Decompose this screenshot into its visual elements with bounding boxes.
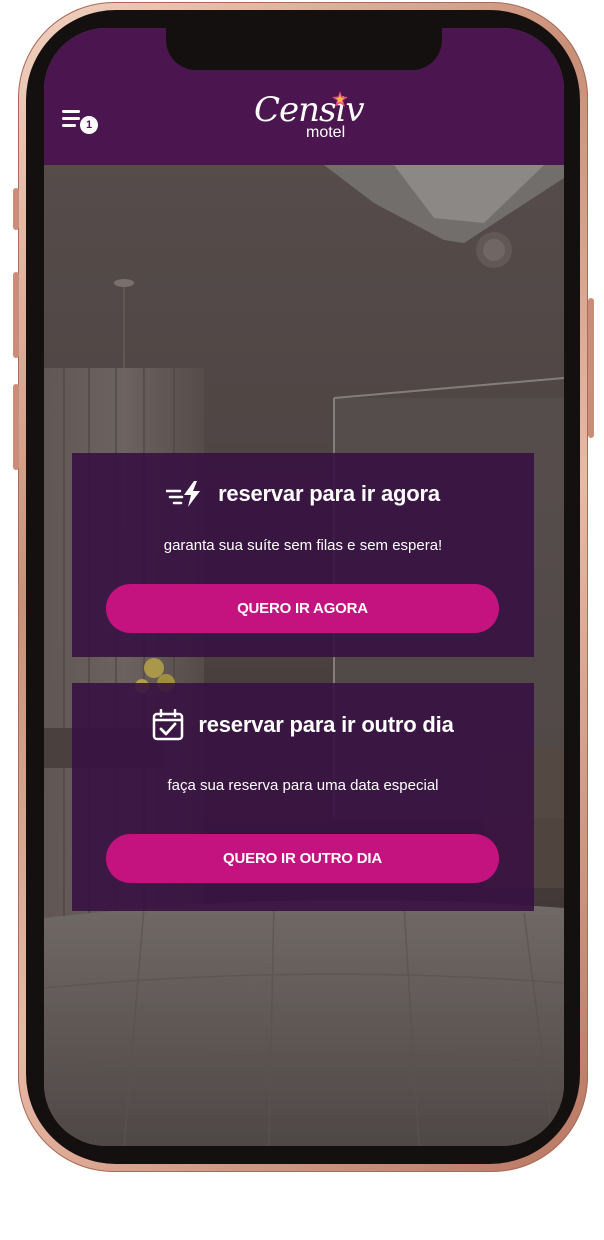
book-now-card: reservar para ir agora garanta sua suíte… — [72, 453, 534, 657]
book-now-title-row: reservar para ir agora — [72, 481, 534, 507]
logo-subtitle: motel — [306, 124, 346, 141]
lightning-speed-icon — [166, 481, 201, 507]
volume-down-button — [13, 384, 19, 470]
power-button — [588, 298, 594, 438]
book-later-subtitle: faça sua reserva para uma data especial — [167, 777, 439, 794]
book-later-title-row: reservar para ir outro dia — [72, 709, 534, 741]
book-now-subtitle: garanta sua suíte sem filas e sem espera… — [163, 537, 443, 554]
book-now-button[interactable]: QUERO IR AGORA — [106, 584, 499, 633]
book-later-title: reservar para ir outro dia — [198, 712, 454, 737]
menu-button[interactable]: 1 — [62, 108, 102, 138]
book-now-title: reservar para ir agora — [218, 481, 440, 506]
calendar-check-icon — [153, 709, 184, 741]
book-later-button[interactable]: QUERO IR OUTRO DIA — [106, 834, 499, 883]
silent-switch — [13, 188, 19, 230]
star-icon — [332, 91, 348, 107]
app-screen: 1 Censiv motel reservar para ir agora ga… — [44, 28, 564, 1146]
brand-logo: Censiv motel — [254, 90, 365, 150]
book-later-card: reservar para ir outro dia faça sua rese… — [72, 683, 534, 911]
phone-notch — [166, 28, 442, 70]
notification-badge: 1 — [80, 116, 98, 134]
volume-up-button — [13, 272, 19, 358]
